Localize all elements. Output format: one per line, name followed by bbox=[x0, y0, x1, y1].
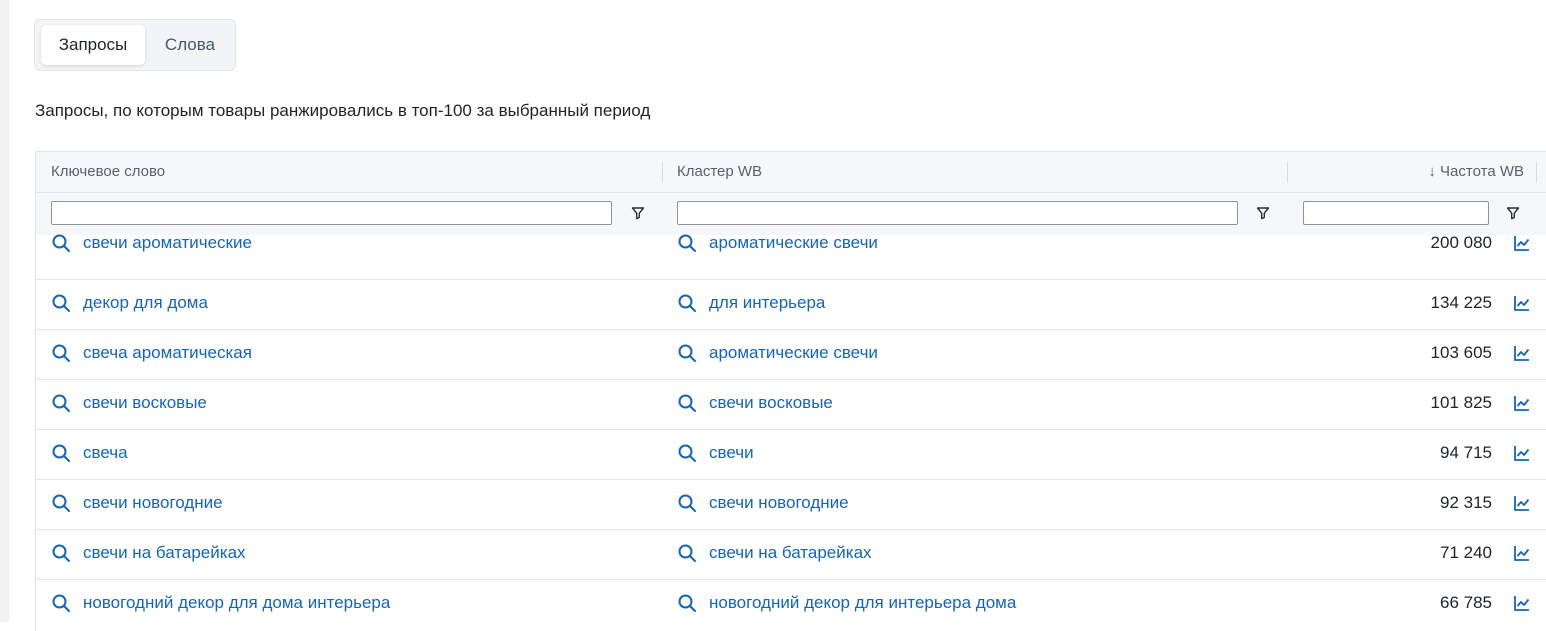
search-icon bbox=[678, 494, 696, 512]
table-row: свеча ароматическая ароматические свечи … bbox=[36, 330, 1546, 380]
table-row: свечи ароматические ароматические свечи … bbox=[36, 230, 1546, 280]
cluster-text: ароматические свечи bbox=[709, 343, 878, 362]
left-panel-edge bbox=[0, 0, 9, 622]
table-row: свечи восковые свечи восковые 101 825 bbox=[36, 380, 1546, 430]
cluster-link[interactable]: свечи на батарейках bbox=[677, 538, 872, 568]
column-divider[interactable] bbox=[1287, 162, 1288, 183]
keyword-text: новогодний декор для дома интерьера bbox=[83, 593, 391, 612]
frequency-value: 71 240 bbox=[1440, 543, 1492, 562]
cluster-text: свечи восковые bbox=[709, 393, 833, 412]
column-header-keyword[interactable]: Ключевое слово bbox=[51, 152, 165, 192]
keyword-text: свеча ароматическая bbox=[83, 343, 252, 362]
cluster-link[interactable]: свечи новогодние bbox=[677, 488, 849, 518]
table-row: свечи новогодние свечи новогодние 92 315 bbox=[36, 480, 1546, 530]
frequency-value: 200 080 bbox=[1430, 233, 1492, 252]
cluster-link[interactable]: ароматические свечи bbox=[677, 338, 878, 368]
column-divider[interactable] bbox=[662, 162, 663, 183]
column-header-cluster[interactable]: Кластер WB bbox=[677, 152, 762, 192]
search-icon bbox=[678, 234, 696, 252]
search-icon bbox=[678, 444, 696, 462]
column-divider[interactable] bbox=[1536, 162, 1537, 183]
cluster-link[interactable]: новогодний декор для интерьера дома bbox=[677, 588, 1016, 618]
cluster-text: ароматические свечи bbox=[709, 233, 878, 252]
table-row: декор для дома для интерьера 134 225 bbox=[36, 280, 1546, 330]
trend-chart-icon[interactable] bbox=[1511, 292, 1533, 314]
tab-queries[interactable]: Запросы bbox=[41, 25, 145, 65]
keyword-link[interactable]: свечи на батарейках bbox=[51, 538, 246, 568]
cluster-filter-input[interactable] bbox=[677, 201, 1238, 225]
search-icon bbox=[678, 394, 696, 412]
trend-chart-icon[interactable] bbox=[1511, 232, 1533, 254]
frequency-value: 94 715 bbox=[1440, 443, 1492, 462]
table-row: новогодний декор для дома интерьера ново… bbox=[36, 580, 1546, 630]
keyword-link[interactable]: свеча ароматическая bbox=[51, 338, 252, 368]
filter-icon[interactable] bbox=[1252, 202, 1274, 224]
queries-table: Ключевое слово Кластер WB ↓ Частота WB с… bbox=[35, 151, 1546, 631]
frequency-filter-input[interactable] bbox=[1303, 201, 1489, 225]
cluster-link[interactable]: свечи восковые bbox=[677, 388, 833, 418]
cluster-text: для интерьера bbox=[709, 293, 826, 312]
search-icon bbox=[52, 344, 70, 362]
keyword-text: свечи на батарейках bbox=[83, 543, 246, 562]
keyword-link[interactable]: декор для дома bbox=[51, 288, 208, 318]
frequency-value: 134 225 bbox=[1430, 293, 1492, 312]
keyword-text: свеча bbox=[83, 443, 128, 462]
frequency-value: 66 785 bbox=[1440, 593, 1492, 612]
trend-chart-icon[interactable] bbox=[1511, 392, 1533, 414]
filter-icon[interactable] bbox=[1502, 202, 1524, 224]
search-icon bbox=[52, 544, 70, 562]
cluster-link[interactable]: свечи bbox=[677, 438, 754, 468]
filter-icon[interactable] bbox=[627, 202, 649, 224]
trend-chart-icon[interactable] bbox=[1511, 492, 1533, 514]
tab-words[interactable]: Слова bbox=[153, 25, 227, 65]
trend-chart-icon[interactable] bbox=[1511, 442, 1533, 464]
search-icon bbox=[678, 344, 696, 362]
search-icon bbox=[678, 544, 696, 562]
search-icon bbox=[52, 444, 70, 462]
search-icon bbox=[52, 494, 70, 512]
keyword-link[interactable]: свечи восковые bbox=[51, 388, 207, 418]
keyword-text: свечи ароматические bbox=[83, 233, 252, 252]
column-header-frequency[interactable]: ↓ Частота WB bbox=[1306, 152, 1524, 192]
view-tabs: Запросы Слова bbox=[34, 19, 236, 71]
keyword-text: свечи восковые bbox=[83, 393, 207, 412]
frequency-value: 92 315 bbox=[1440, 493, 1492, 512]
cluster-text: свечи новогодние bbox=[709, 493, 849, 512]
trend-chart-icon[interactable] bbox=[1511, 342, 1533, 364]
keyword-link[interactable]: новогодний декор для дома интерьера bbox=[51, 588, 390, 618]
search-icon bbox=[678, 594, 696, 612]
cluster-link[interactable]: ароматические свечи bbox=[677, 228, 878, 258]
table-row: свеча свечи 94 715 bbox=[36, 430, 1546, 480]
trend-chart-icon[interactable] bbox=[1511, 542, 1533, 564]
trend-chart-icon[interactable] bbox=[1511, 592, 1533, 614]
search-icon bbox=[52, 594, 70, 612]
search-icon bbox=[52, 394, 70, 412]
table-header: Ключевое слово Кластер WB ↓ Частота WB bbox=[36, 152, 1546, 193]
keyword-text: свечи новогодние bbox=[83, 493, 223, 512]
section-description: Запросы, по которым товары ранжировались… bbox=[35, 101, 651, 120]
keyword-link[interactable]: свеча bbox=[51, 438, 128, 468]
cluster-link[interactable]: для интерьера bbox=[677, 288, 825, 318]
frequency-value: 101 825 bbox=[1430, 393, 1492, 412]
keyword-text: декор для дома bbox=[83, 293, 208, 312]
keyword-link[interactable]: свечи новогодние bbox=[51, 488, 223, 518]
search-icon bbox=[678, 294, 696, 312]
table-row: свечи на батарейках свечи на батарейках … bbox=[36, 530, 1546, 580]
search-icon bbox=[52, 234, 70, 252]
cluster-text: свечи на батарейках bbox=[709, 543, 872, 562]
cluster-text: новогодний декор для интерьера дома bbox=[709, 593, 1017, 612]
keyword-link[interactable]: свечи ароматические bbox=[51, 228, 252, 258]
cluster-text: свечи bbox=[709, 443, 754, 462]
frequency-value: 103 605 bbox=[1430, 343, 1492, 362]
search-icon bbox=[52, 294, 70, 312]
keyword-filter-input[interactable] bbox=[51, 201, 612, 225]
